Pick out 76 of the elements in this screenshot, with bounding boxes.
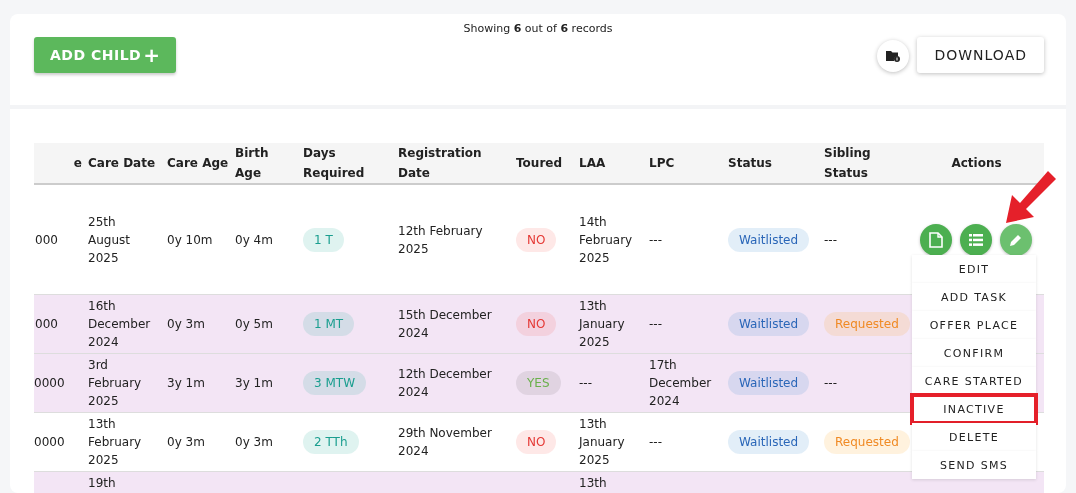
table-cell: 3y 1m xyxy=(235,376,273,390)
days-badge: 1 MT xyxy=(303,312,355,336)
table-cell: 17th December 2024 xyxy=(649,358,712,408)
table-cell: 0y 3m xyxy=(235,435,273,449)
table-cell: 29th November 2024 xyxy=(398,426,492,458)
table-cell: --- xyxy=(824,376,837,390)
days-badge: 2 TTh xyxy=(303,430,359,454)
table-cell: --- xyxy=(649,232,662,247)
menu-item[interactable]: OFFER PLACE xyxy=(912,311,1036,339)
toured-badge: NO xyxy=(516,312,557,336)
menu-item[interactable]: DELETE xyxy=(912,423,1036,451)
column-header: Days Required xyxy=(303,143,398,184)
column-header: Birth Age xyxy=(235,143,303,184)
menu-item[interactable]: ADD TASK xyxy=(912,283,1036,311)
menu-item[interactable]: CARE STARTED xyxy=(912,367,1036,395)
table-cell: 0y 5m xyxy=(235,317,273,331)
table-cell: 13th February 2025 xyxy=(88,417,142,467)
table-cell: --- xyxy=(824,232,837,247)
document-icon xyxy=(929,231,943,248)
menu-item[interactable]: EDIT xyxy=(912,255,1036,283)
table-cell: 0y 4m xyxy=(235,232,273,247)
column-header: Toured xyxy=(516,143,579,184)
table-cell: 0000 xyxy=(34,435,65,449)
list-icon xyxy=(969,233,983,246)
folder-info-icon xyxy=(886,50,901,62)
table-cell: 13th January 2025 xyxy=(579,417,625,467)
table-cell: 0y 3m xyxy=(167,317,205,331)
menu-item[interactable]: SEND SMS xyxy=(912,451,1036,479)
table-cell: 3y 1m xyxy=(167,376,205,390)
table-cell: 0y 3m xyxy=(167,435,205,449)
column-header: LPC xyxy=(649,143,728,184)
table-cell: 16th December 2024 xyxy=(88,299,151,349)
download-button[interactable]: DOWNLOAD xyxy=(917,37,1044,73)
column-header: Sibling Status xyxy=(824,143,915,184)
column-header: Care Date xyxy=(88,143,167,184)
table-cell: 14th February 2025 xyxy=(579,214,633,265)
table-cell: 3rd February 2025 xyxy=(88,358,142,408)
edit-button[interactable] xyxy=(1000,223,1032,256)
column-header: Registration Date xyxy=(398,143,516,184)
column-header: Status xyxy=(728,143,824,184)
table-cell: 000 xyxy=(35,232,58,247)
table-cell: 0y 10m xyxy=(167,232,213,247)
column-header: Actions xyxy=(915,143,1044,184)
table-cell: 12th December 2024 xyxy=(398,367,492,399)
status-badge: Waitlisted xyxy=(728,227,810,252)
column-header: LAA xyxy=(579,143,649,184)
days-badge: 1 T xyxy=(303,227,344,252)
toured-badge: YES xyxy=(516,371,561,395)
table-cell: 0000 xyxy=(34,376,65,390)
table-cell: 000 xyxy=(35,317,58,331)
folder-info-button[interactable] xyxy=(877,40,910,72)
status-badge: Waitlisted xyxy=(728,312,810,336)
pencil-icon xyxy=(1009,232,1023,247)
list-button[interactable] xyxy=(960,223,992,256)
table-cell: --- xyxy=(649,317,662,331)
sibling-status-badge: Requested xyxy=(824,430,910,454)
table-cell: 25th August 2025 xyxy=(88,214,130,265)
table-cell: --- xyxy=(649,435,662,449)
table-cell: 15th December 2024 xyxy=(398,308,492,340)
table-cell: 13th January 2025 xyxy=(579,299,625,349)
document-button[interactable] xyxy=(920,223,952,256)
table-cell: 19th xyxy=(88,476,116,490)
status-badge: Waitlisted xyxy=(728,371,810,395)
menu-item[interactable]: INACTIVE xyxy=(912,395,1036,423)
table-cell: --- xyxy=(579,376,592,390)
records-count: Showing 6 out of 6 records xyxy=(462,22,614,35)
table-cell: 13th xyxy=(579,476,607,490)
toured-badge: NO xyxy=(516,430,557,454)
column-header: Care Age xyxy=(167,143,235,184)
table-cell: 12th February 2025 xyxy=(398,223,483,256)
days-badge: 3 MTW xyxy=(303,371,366,395)
column-header: e xyxy=(34,143,88,184)
status-badge: Waitlisted xyxy=(728,430,810,454)
sibling-status-badge: Requested xyxy=(824,312,910,336)
menu-item[interactable]: CONFIRM xyxy=(912,339,1036,367)
toured-badge: NO xyxy=(516,227,557,252)
